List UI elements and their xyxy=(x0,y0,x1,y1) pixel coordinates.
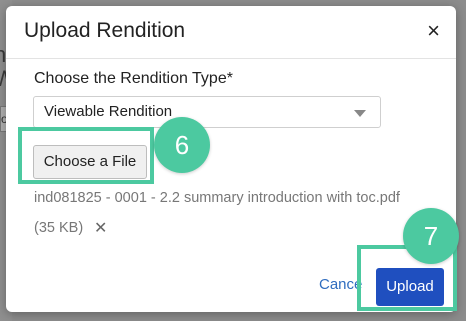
step-badge-7: 7 xyxy=(403,208,459,264)
selected-file-size: (35 KB) xyxy=(34,220,84,236)
dialog-title: Upload Rendition xyxy=(24,19,186,42)
remove-file-icon[interactable]: ✕ xyxy=(94,218,107,238)
cancel-button[interactable]: Cance xyxy=(319,276,362,293)
rendition-type-value: Viewable Rendition xyxy=(44,103,173,120)
rendition-type-select[interactable]: Viewable Rendition xyxy=(33,96,381,128)
highlight-choose-file xyxy=(18,127,154,184)
step-badge-6: 6 xyxy=(154,117,210,173)
rendition-type-label: Choose the Rendition Type* xyxy=(34,70,233,87)
chevron-down-icon xyxy=(354,110,366,117)
dialog-header: Upload Rendition × xyxy=(6,6,456,59)
selected-file-name: ind081825 - 0001 - 2.2 summary introduct… xyxy=(34,190,400,206)
close-icon[interactable]: × xyxy=(427,18,440,44)
